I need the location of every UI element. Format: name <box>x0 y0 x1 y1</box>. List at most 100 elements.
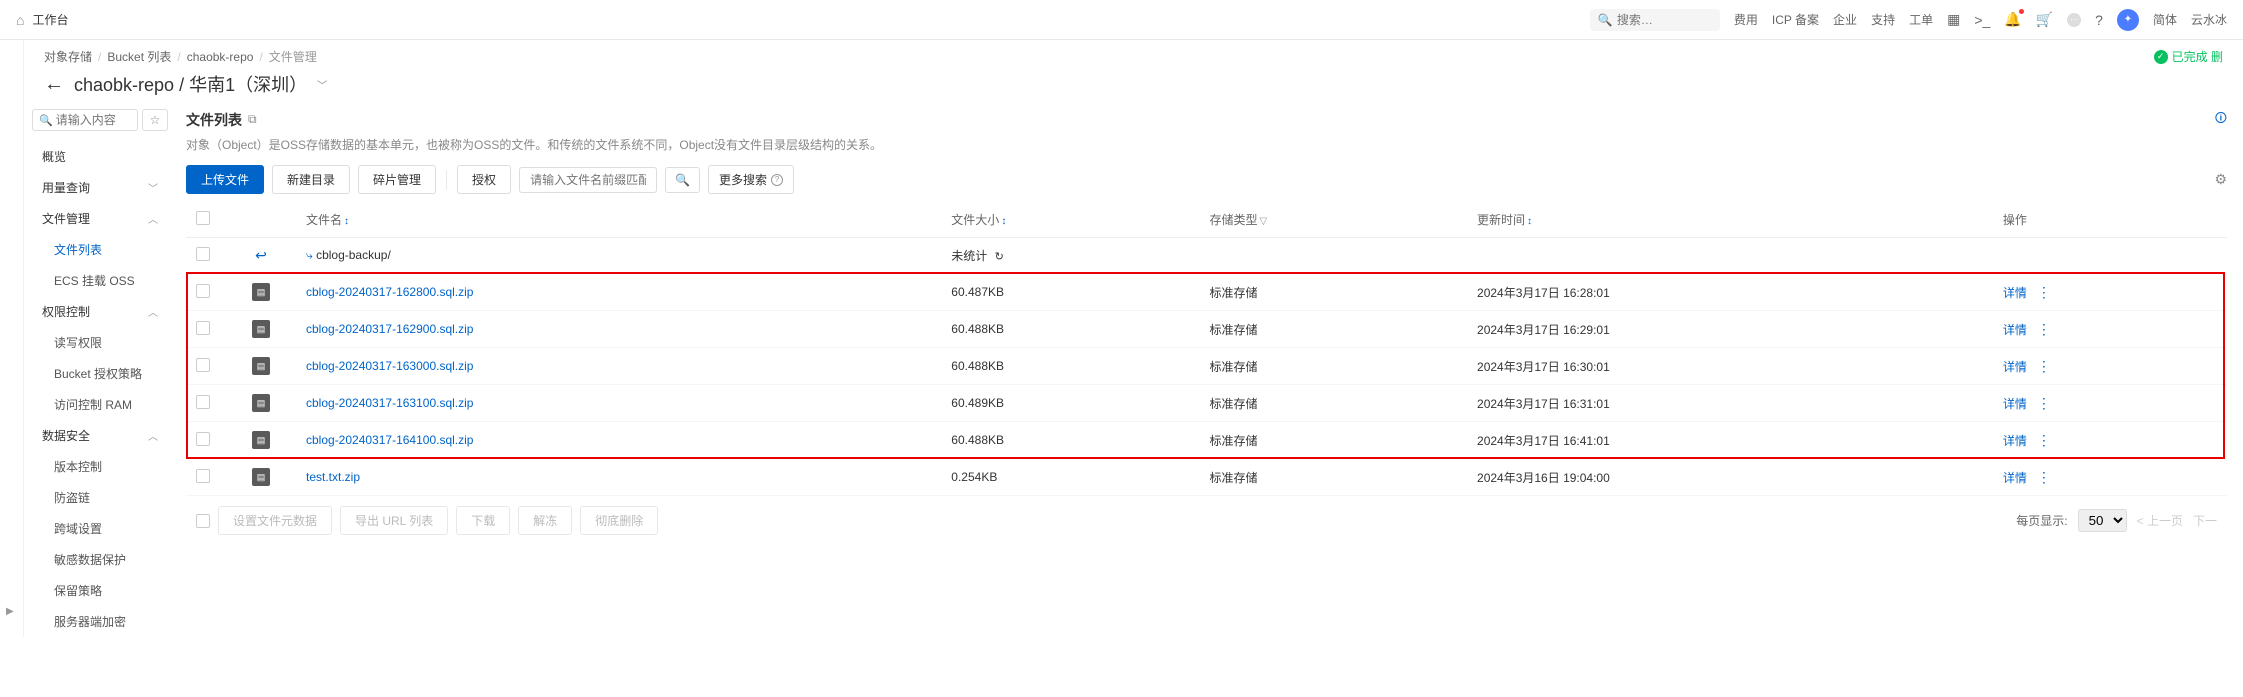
sidebar-encryption[interactable]: 服务器端加密 <box>32 606 168 637</box>
storage-class: 标准存储 <box>1200 422 1468 459</box>
row-checkbox[interactable] <box>196 284 210 298</box>
row-checkbox[interactable] <box>196 247 210 261</box>
col-name[interactable]: 文件名↕ <box>296 202 941 238</box>
more-apps-icon[interactable]: ⋯ <box>2067 13 2081 27</box>
fragment-button[interactable]: 碎片管理 <box>358 165 436 194</box>
detail-link[interactable]: 详情 <box>2003 360 2027 374</box>
detail-link[interactable]: 详情 <box>2003 397 2027 411</box>
sidebar-cors[interactable]: 跨域设置 <box>32 513 168 544</box>
detail-link[interactable]: 详情 <box>2003 471 2027 485</box>
sidebar-usage[interactable]: 用量查询﹀ <box>32 172 168 203</box>
help-icon[interactable]: ? <box>2095 12 2103 28</box>
auth-button[interactable]: 授权 <box>457 165 511 194</box>
sidebar-search[interactable]: 🔍 <box>32 109 138 131</box>
row-checkbox[interactable] <box>196 395 210 409</box>
col-size[interactable]: 文件大小↕ <box>941 202 1199 238</box>
search-button[interactable]: 🔍 <box>665 167 700 193</box>
cli-icon[interactable]: >_ <box>1974 12 1990 28</box>
row-more-icon[interactable]: ⋮ <box>2037 321 2051 337</box>
new-dir-button[interactable]: 新建目录 <box>272 165 350 194</box>
region-dropdown[interactable]: ﹀ <box>317 77 327 92</box>
back-folder-icon[interactable]: ↩ <box>255 247 267 263</box>
user-avatar[interactable]: ✦ <box>2117 9 2139 31</box>
sidebar-version[interactable]: 版本控制 <box>32 451 168 482</box>
lang-label[interactable]: 简体 <box>2153 11 2177 28</box>
row-more-icon[interactable]: ⋮ <box>2037 284 2051 300</box>
file-size: 60.488KB <box>941 422 1199 459</box>
crumb-oss[interactable]: 对象存储 <box>44 48 92 65</box>
file-name-link[interactable]: cblog-20240317-164100.sql.zip <box>306 433 473 447</box>
username-label[interactable]: 云水冰 <box>2191 11 2227 28</box>
notification-icon[interactable]: 🔔 <box>2004 11 2021 28</box>
nav-toggle[interactable]: ▶ <box>6 606 14 617</box>
select-all-checkbox[interactable] <box>196 211 210 225</box>
file-name-link[interactable]: cblog-20240317-163000.sql.zip <box>306 359 473 373</box>
more-search-button[interactable]: 更多搜索 ? <box>708 165 794 194</box>
copy-icon[interactable]: ⧉ <box>248 112 257 127</box>
sidebar-sensitive[interactable]: 敏感数据保护 <box>32 544 168 575</box>
detail-link[interactable]: 详情 <box>2003 434 2027 448</box>
per-page-select[interactable]: 50 <box>2078 509 2127 532</box>
detail-link[interactable]: 详情 <box>2003 323 2027 337</box>
top-link-icp[interactable]: ICP 备案 <box>1772 11 1819 28</box>
file-name-link[interactable]: cblog-20240317-163100.sql.zip <box>306 396 473 410</box>
set-meta-button[interactable]: 设置文件元数据 <box>218 506 332 535</box>
crumb-bucket-list[interactable]: Bucket 列表 <box>107 48 171 65</box>
file-name-link[interactable]: test.txt.zip <box>306 470 360 484</box>
storage-class: 标准存储 <box>1200 348 1468 385</box>
sidebar-rw-perm[interactable]: 读写权限 <box>32 327 168 358</box>
export-url-button[interactable]: 导出 URL 列表 <box>340 506 448 535</box>
unfreeze-button[interactable]: 解冻 <box>518 506 572 535</box>
folder-path[interactable]: ⤷ cblog-backup/ <box>296 238 941 274</box>
home-icon[interactable]: ⌂ <box>16 12 24 28</box>
top-link-ticket[interactable]: 工单 <box>1909 11 1933 28</box>
sidebar-retention[interactable]: 保留策略 <box>32 575 168 606</box>
next-page[interactable]: 下一 <box>2193 512 2217 529</box>
crumb-bucket[interactable]: chaobk-repo <box>187 50 254 64</box>
file-name-link[interactable]: cblog-20240317-162800.sql.zip <box>306 285 473 299</box>
sidebar-file-mgmt[interactable]: 文件管理︿ <box>32 203 168 234</box>
select-all-bottom[interactable] <box>196 514 210 528</box>
sidebar-data-sec[interactable]: 数据安全︿ <box>32 420 168 451</box>
download-button[interactable]: 下载 <box>456 506 510 535</box>
row-more-icon[interactable]: ⋮ <box>2037 358 2051 374</box>
cart-icon[interactable]: 🛒 <box>2036 11 2053 28</box>
upload-button[interactable]: 上传文件 <box>186 165 264 194</box>
sidebar-ecs-mount[interactable]: ECS 挂载 OSS <box>32 265 168 296</box>
detail-link[interactable]: 详情 <box>2003 286 2027 300</box>
app-grid-icon[interactable]: ▦ <box>1947 11 1960 28</box>
global-search-input[interactable] <box>1617 13 1712 27</box>
sort-icon: ↕ <box>1527 216 1532 227</box>
workbench-label[interactable]: 工作台 <box>32 11 68 28</box>
column-settings-icon[interactable]: ⚙ <box>2214 171 2227 188</box>
row-checkbox[interactable] <box>196 469 210 483</box>
sidebar-hotlink[interactable]: 防盗链 <box>32 482 168 513</box>
prefix-filter-input[interactable] <box>519 167 657 193</box>
delete-button[interactable]: 彻底删除 <box>580 506 658 535</box>
sidebar-overview[interactable]: 概览 <box>32 141 168 172</box>
prev-page[interactable]: < 上一页 <box>2137 512 2183 529</box>
favorite-button[interactable]: ☆ <box>142 109 168 131</box>
top-link-cost[interactable]: 费用 <box>1734 11 1758 28</box>
row-more-icon[interactable]: ⋮ <box>2037 395 2051 411</box>
col-updated[interactable]: 更新时间↕ <box>1467 202 1993 238</box>
sidebar-access-ctrl[interactable]: 权限控制︿ <box>32 296 168 327</box>
global-search[interactable]: 🔍 <box>1590 9 1720 31</box>
row-more-icon[interactable]: ⋮ <box>2037 469 2051 485</box>
back-arrow[interactable]: ← <box>44 73 64 96</box>
sidebar-search-input[interactable] <box>56 113 131 127</box>
row-checkbox[interactable] <box>196 321 210 335</box>
refresh-icon[interactable]: ↻ <box>995 251 1004 263</box>
help-link-icon[interactable]: 🛈 <box>2215 109 2227 130</box>
sidebar-ram[interactable]: 访问控制 RAM <box>32 389 168 420</box>
col-storage[interactable]: 存储类型▽ <box>1200 202 1468 238</box>
sidebar-file-list[interactable]: 文件列表 <box>32 234 168 265</box>
row-more-icon[interactable]: ⋮ <box>2037 432 2051 448</box>
row-checkbox[interactable] <box>196 358 210 372</box>
sidebar-bucket-policy[interactable]: Bucket 授权策略 <box>32 358 168 389</box>
task-status[interactable]: ✓ 已完成 删 <box>2154 48 2223 65</box>
top-link-enterprise[interactable]: 企业 <box>1833 11 1857 28</box>
row-checkbox[interactable] <box>196 432 210 446</box>
top-link-support[interactable]: 支持 <box>1871 11 1895 28</box>
file-name-link[interactable]: cblog-20240317-162900.sql.zip <box>306 322 473 336</box>
